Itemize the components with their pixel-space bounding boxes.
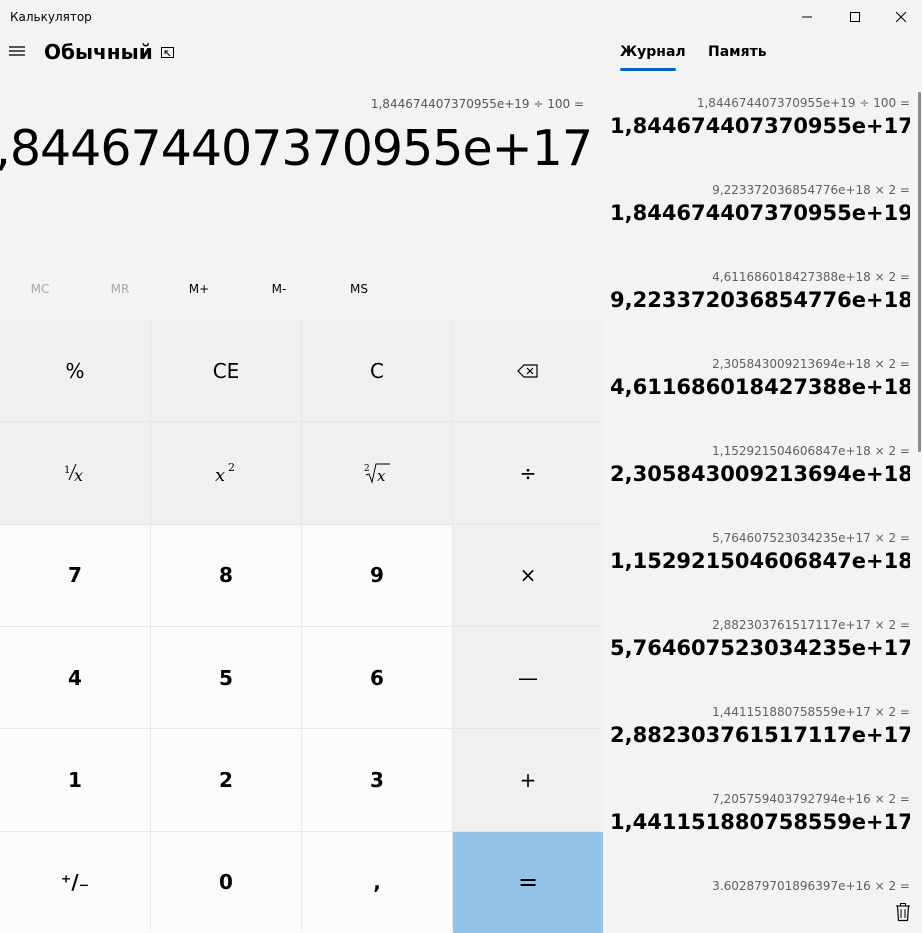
maximize-icon [850,12,860,22]
digit-1-button[interactable]: 1 [0,729,150,831]
minimize-button[interactable] [784,0,830,34]
square-button[interactable]: x 2 [151,422,301,524]
history-item[interactable]: 4,611686018427388e+18 × 2 = 9,2233720368… [610,270,910,312]
history-item[interactable]: 1,441151880758559e+17 × 2 = 2,8823037615… [610,705,910,747]
history-result: 1,152921504606847e+18 [610,549,910,573]
keypad: % CE C 1 x x 2 2 x ÷ 7 8 9 × 4 5 6 — 1 2… [0,320,603,933]
backspace-icon [517,364,538,378]
history-expression: 9,223372036854776e+18 × 2 = [712,183,910,197]
decimal-button[interactable]: , [302,831,452,933]
history-result: 4,611686018427388e+18 [610,375,910,399]
svg-text:x: x [377,467,386,485]
active-tab-indicator [620,68,676,71]
clear-button[interactable]: C [302,320,452,422]
reciprocal-button[interactable]: 1 x [0,422,150,524]
mode-title: Обычный [44,40,153,64]
svg-text:1: 1 [64,465,70,476]
tab-history[interactable]: Журнал [620,44,686,60]
history-item[interactable]: 2,305843009213694e+18 × 2 = 4,6116860184… [610,357,910,399]
close-button[interactable] [878,0,922,34]
plus-button[interactable]: + [453,729,603,831]
digit-5-button[interactable]: 5 [151,626,301,729]
keep-on-top-icon [161,47,174,58]
digit-9-button[interactable]: 9 [302,524,452,626]
history-item[interactable]: 3,602879701896397e+16 × 2 = [610,879,910,890]
history-expression: 2,882303761517117e+17 × 2 = [712,618,910,632]
svg-text:2: 2 [228,461,235,474]
divide-button[interactable]: ÷ [453,422,603,524]
square-icon: x 2 [215,461,235,485]
history-item[interactable]: 5,764607523034235e+17 × 2 = 1,1529215046… [610,531,910,573]
minus-button[interactable]: — [453,626,603,729]
history-expression: 7,205759403792794e+16 × 2 = [712,792,910,806]
history-expression: 3,602879701896397e+16 × 2 = [712,879,910,890]
reciprocal-icon: 1 x [64,463,83,484]
history-expression: 5,764607523034235e+17 × 2 = [712,531,910,545]
memory-clear-button[interactable]: MC [0,276,80,302]
digit-0-button[interactable]: 0 [151,831,301,933]
digit-3-button[interactable]: 3 [302,729,452,831]
clear-history-button[interactable] [894,902,912,922]
square-root-button[interactable]: 2 x [302,422,452,524]
memory-subtract-button[interactable]: M- [239,276,319,302]
history-expression: 2,305843009213694e+18 × 2 = [712,357,910,371]
history-item[interactable]: 2,882303761517117e+17 × 2 = 5,7646075230… [610,618,910,660]
history-item[interactable]: 9,223372036854776e+18 × 2 = 1,8446744073… [610,183,910,225]
maximize-button[interactable] [832,0,878,34]
clear-entry-button[interactable]: CE [151,320,301,422]
digit-7-button[interactable]: 7 [0,524,150,626]
trash-icon [896,903,910,922]
multiply-button[interactable]: × [453,524,603,626]
history-expression: 1,844674407370955e+19 ÷ 100 = [696,96,910,110]
backspace-button[interactable] [453,320,603,422]
tab-memory[interactable]: Память [708,44,767,60]
keep-on-top-button[interactable] [160,45,176,61]
history-result: 5,764607523034235e+17 [610,636,910,660]
history-result: 1,844674407370955e+19 [610,201,910,225]
history-item[interactable]: 7,205759403792794e+16 × 2 = 1,4411518807… [610,792,910,834]
history-expression: 1,441151880758559e+17 × 2 = [712,705,910,719]
history-result: 9,223372036854776e+18 [610,288,910,312]
history-item[interactable]: 1,844674407370955e+19 ÷ 100 = 1,84467440… [610,96,910,138]
memory-controls: MC MR M+ M- MS [0,276,600,302]
app-title: Калькулятор [10,10,92,24]
history-result: 1,441151880758559e+17 [610,810,910,834]
memory-store-button[interactable]: MS [319,276,399,302]
history-list: 1,844674407370955e+19 ÷ 100 = 1,84467440… [610,90,910,890]
svg-text:2: 2 [364,464,370,474]
equals-button[interactable]: = [453,831,603,933]
expression-display: 1,844674407370955e+19 ÷ 100 = [370,97,584,111]
navigation-menu-button[interactable] [8,43,28,63]
svg-text:x: x [74,466,83,484]
hamburger-icon [9,46,25,56]
memory-recall-button[interactable]: MR [80,276,160,302]
close-icon [896,12,906,22]
history-result: 2,305843009213694e+18 [610,462,910,486]
negate-button[interactable]: ⁺/₋ [0,831,150,933]
history-expression: 4,611686018427388e+18 × 2 = [712,270,910,284]
digit-2-button[interactable]: 2 [151,729,301,831]
memory-add-button[interactable]: M+ [159,276,239,302]
digit-6-button[interactable]: 6 [302,626,452,729]
history-scrollbar[interactable] [918,92,921,452]
percent-button[interactable]: % [0,320,150,422]
history-expression: 1,152921504606847e+18 × 2 = [712,444,910,458]
svg-text:x: x [215,465,225,485]
history-result: 1,844674407370955e+17 [610,114,910,138]
result-display: 1,844674407370955e+17 [0,120,593,177]
minimize-icon [802,16,812,18]
history-result: 2,882303761517117e+17 [610,723,910,747]
square-root-icon: 2 x [364,463,390,485]
history-item[interactable]: 1,152921504606847e+18 × 2 = 2,3058430092… [610,444,910,486]
title-bar: Калькулятор [0,0,922,34]
digit-8-button[interactable]: 8 [151,524,301,626]
digit-4-button[interactable]: 4 [0,626,150,729]
